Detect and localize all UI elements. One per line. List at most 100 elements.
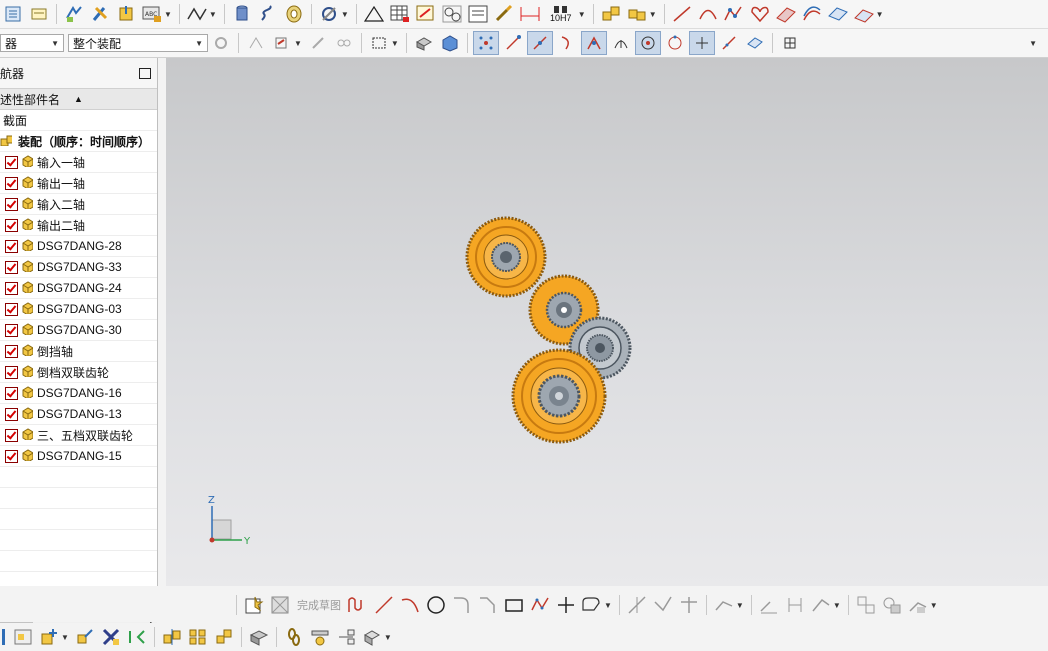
point-icon[interactable] — [554, 594, 578, 616]
make-corner-icon[interactable] — [677, 594, 701, 616]
quick-trim-icon[interactable] — [625, 594, 649, 616]
cube-view-icon[interactable] — [438, 32, 462, 54]
dropdown-arrow-icon[interactable]: ▼ — [209, 10, 217, 19]
component-icon[interactable] — [114, 3, 138, 25]
snap-point-icon[interactable] — [244, 32, 268, 54]
show-constraints-icon[interactable] — [854, 594, 878, 616]
assembly-window-icon[interactable] — [11, 626, 35, 648]
finish-sketch-label[interactable]: 完成草图 — [297, 597, 341, 613]
snap-arc-center-icon[interactable] — [609, 32, 633, 54]
dropdown-arrow-icon[interactable]: ▼ — [578, 10, 586, 19]
tree-node-part[interactable]: 输入一轴 — [0, 152, 157, 173]
assembly-tree-icon[interactable] — [334, 626, 358, 648]
visibility-checkbox[interactable] — [5, 449, 18, 463]
visibility-checkbox[interactable] — [5, 302, 18, 316]
tree-node-part[interactable]: DSG7DANG-33 — [0, 257, 157, 278]
exploded-view-icon[interactable] — [247, 626, 271, 648]
finish-sketch-icon[interactable] — [268, 594, 292, 616]
tree-node-part[interactable]: DSG7DANG-30 — [0, 320, 157, 341]
tree-node-assembly-root[interactable]: 装配（顺序：时间顺序） — [0, 131, 157, 152]
surface-curve-icon[interactable] — [185, 3, 209, 25]
tree-node-part[interactable]: DSG7DANG-24 — [0, 278, 157, 299]
visibility-checkbox[interactable] — [5, 407, 18, 421]
dropdown-arrow-icon[interactable]: ▼ — [294, 39, 302, 48]
geometric-constraint-icon[interactable] — [757, 594, 781, 616]
tree-node-part[interactable]: DSG7DANG-03 — [0, 299, 157, 320]
snap-on-face-icon[interactable] — [743, 32, 767, 54]
assembly-constraint-icon[interactable] — [99, 626, 123, 648]
surface-icon[interactable] — [826, 3, 850, 25]
window-icon[interactable] — [1, 3, 25, 25]
table-grid-icon[interactable] — [388, 3, 412, 25]
tree-node-part[interactable]: 输出二轴 — [0, 215, 157, 236]
dropdown-arrow-icon[interactable]: ▼ — [604, 601, 612, 610]
link-icon[interactable] — [332, 32, 356, 54]
analysis-icon[interactable] — [440, 3, 464, 25]
snap-curve-icon[interactable] — [555, 32, 579, 54]
profile-icon[interactable] — [346, 594, 370, 616]
component-array-icon[interactable] — [186, 626, 210, 648]
tree-node-part[interactable]: DSG7DANG-15 — [0, 446, 157, 467]
visibility-checkbox[interactable] — [5, 386, 18, 400]
dropdown-arrow-icon[interactable]: ▼ — [341, 10, 349, 19]
tree-node-part[interactable]: 倒档双联齿轮 — [0, 362, 157, 383]
maximize-icon[interactable] — [139, 67, 151, 79]
offset-curve-icon[interactable] — [800, 3, 824, 25]
visibility-checkbox[interactable] — [5, 239, 18, 253]
abc-annotation-icon[interactable]: ABC — [140, 3, 164, 25]
circle-icon[interactable] — [424, 594, 448, 616]
sequence-icon[interactable] — [308, 626, 332, 648]
rectangle-select-icon[interactable] — [367, 32, 391, 54]
auto-constraint-icon[interactable] — [809, 594, 833, 616]
type-filter-select[interactable]: 器 ▼ — [0, 34, 64, 52]
snap-quadrant-icon[interactable] — [663, 32, 687, 54]
filter-settings-icon[interactable] — [209, 32, 233, 54]
brush-icon[interactable] — [492, 3, 516, 25]
gear-input-shaft-1[interactable] — [465, 216, 547, 298]
tree-node-part[interactable]: 倒挡轴 — [0, 341, 157, 362]
sketch-settings-icon[interactable] — [906, 594, 930, 616]
visibility-checkbox[interactable] — [5, 281, 18, 295]
dropdown-arrow-icon[interactable]: ▼ — [833, 601, 841, 610]
dropdown-arrow-icon[interactable]: ▼ — [649, 10, 657, 19]
snap-existing-point-icon[interactable] — [688, 31, 715, 55]
tree-node-part[interactable]: DSG7DANG-28 — [0, 236, 157, 257]
offset-icon[interactable] — [580, 594, 604, 616]
visibility-checkbox[interactable] — [5, 176, 18, 190]
dropdown-arrow-icon[interactable]: ▼ — [876, 10, 884, 19]
tree-node-section[interactable]: 截面 — [0, 110, 157, 131]
dropdown-arrow-icon[interactable]: ▼ — [164, 10, 172, 19]
point-snap-red-icon[interactable] — [270, 32, 294, 54]
tools-icon[interactable] — [88, 3, 112, 25]
overflow-arrow-icon[interactable]: ▼ — [1029, 39, 1037, 48]
move-handle-icon[interactable] — [306, 32, 330, 54]
dropdown-arrow-icon[interactable]: ▼ — [930, 601, 938, 610]
dropdown-arrow-icon[interactable]: ▼ — [391, 39, 399, 48]
model-view[interactable]: Z Y — [166, 58, 1048, 586]
notes-icon[interactable] — [466, 3, 490, 25]
chamfer-icon[interactable] — [476, 594, 500, 616]
assembly-move-icon[interactable] — [62, 3, 86, 25]
curve-arc-icon[interactable] — [696, 3, 720, 25]
cylinder-icon[interactable] — [230, 3, 254, 25]
column-header[interactable]: 描述性部件名 ▲ — [0, 88, 157, 110]
tree-node-part[interactable]: DSG7DANG-16 — [0, 383, 157, 404]
fit-tolerance-icon[interactable]: 10H7 — [544, 3, 578, 25]
tree-node-part[interactable]: 输入二轴 — [0, 194, 157, 215]
add-component-icon[interactable] — [37, 626, 61, 648]
triangle-icon[interactable] — [362, 3, 386, 25]
surface-blend-icon[interactable] — [852, 3, 876, 25]
quick-extend-icon[interactable] — [651, 594, 675, 616]
snap-control-point-icon[interactable] — [472, 31, 499, 55]
visibility-checkbox[interactable] — [5, 365, 18, 379]
snap-on-curve-icon[interactable] — [717, 32, 741, 54]
snap-intersection-icon[interactable] — [580, 31, 607, 55]
wire-icon[interactable] — [317, 3, 341, 25]
curve-line-icon[interactable] — [670, 3, 694, 25]
sketch-icon[interactable] — [242, 594, 266, 616]
replace-component-icon[interactable] — [212, 626, 236, 648]
animate-dimension-icon[interactable] — [880, 594, 904, 616]
sketch-edit-icon[interactable] — [414, 3, 438, 25]
dropdown-arrow-icon[interactable]: ▼ — [384, 633, 392, 642]
dimension-constraint-icon[interactable] — [783, 594, 807, 616]
